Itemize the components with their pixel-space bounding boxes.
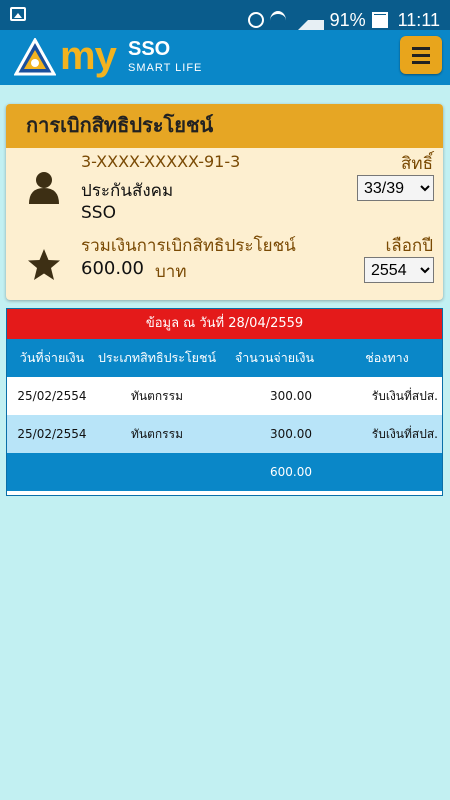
- data-date-banner: ข้อมูล ณ วันที่ 28/04/2559: [7, 309, 442, 339]
- hamburger-line: [412, 61, 430, 64]
- hamburger-icon: [412, 47, 430, 50]
- cell-type: ทันตกรรม: [131, 426, 183, 441]
- currency-label: บาท: [155, 262, 187, 282]
- cell-amount: 300.00: [270, 389, 312, 403]
- payment-table: ข้อมูล ณ วันที่ 28/04/2559 วันที่จ่ายเงิ…: [6, 308, 443, 496]
- app-logo: my SSO SMART LIFE: [14, 34, 214, 78]
- card-title: การเบิกสิทธิประโยชน์: [6, 104, 443, 148]
- header-benefit-type: ประเภทสิทธิประโยชน์: [97, 350, 217, 365]
- wifi-icon: [269, 10, 286, 30]
- total-amount-cell: 600.00: [270, 465, 312, 479]
- cell-type: ทันตกรรม: [131, 388, 183, 403]
- hamburger-line: [412, 54, 430, 57]
- status-bar: 91% 11:11: [0, 0, 450, 36]
- logo-tagline: SMART LIFE: [128, 62, 203, 74]
- total-amount: 600.00: [81, 258, 144, 279]
- cell-channel: รับเงินที่สปส.: [371, 426, 438, 441]
- header-amount: จำนวนจ่ายเงิน: [234, 350, 315, 365]
- table-header: วันที่จ่ายเงิน ประเภทสิทธิประโยชน์ จำนวน…: [7, 339, 442, 377]
- star-icon: [28, 249, 60, 280]
- insurance-org: SSO: [81, 203, 116, 223]
- battery-icon: [371, 12, 388, 28]
- person-icon: [29, 172, 59, 204]
- logo-my: my: [60, 34, 117, 78]
- table-row: 25/02/2554 ทันตกรรม 300.00 รับเงินที่สปส…: [7, 415, 442, 453]
- menu-button[interactable]: [400, 36, 442, 74]
- battery-percent: 91%: [329, 9, 366, 30]
- table-total-row: 600.00: [7, 453, 442, 491]
- clock: 11:11: [397, 9, 440, 30]
- total-label: รวมเงินการเบิกสิทธิประโยชน์: [81, 236, 296, 256]
- gallery-icon: [10, 7, 26, 21]
- rights-label: สิทธิ์: [401, 154, 433, 174]
- cell-date: 25/02/2554: [17, 389, 87, 403]
- header-channel: ช่องทาง: [365, 350, 409, 365]
- logo-sso: SSO: [128, 38, 171, 60]
- sso-emblem-icon: [14, 38, 56, 76]
- alarm-icon: [247, 12, 264, 28]
- app-header: my SSO SMART LIFE: [0, 30, 450, 85]
- year-select[interactable]: 2554: [364, 257, 434, 283]
- year-label: เลือกปี: [385, 236, 433, 256]
- cell-amount: 300.00: [270, 427, 312, 441]
- insurance-label: ประกันสังคม: [81, 181, 174, 201]
- rights-select[interactable]: 33/39: [357, 175, 434, 201]
- insured-id: 3-XXXX-XXXXX-91-3: [81, 152, 241, 171]
- benefit-card: การเบิกสิทธิประโยชน์ 3-XXXX-XXXXX-91-3 ส…: [6, 104, 443, 300]
- header-payment-date: วันที่จ่ายเงิน: [19, 350, 85, 365]
- table-row: 25/02/2554 ทันตกรรม 300.00 รับเงินที่สปส…: [7, 377, 442, 415]
- cell-channel: รับเงินที่สปส.: [371, 388, 438, 403]
- cell-date: 25/02/2554: [17, 427, 87, 441]
